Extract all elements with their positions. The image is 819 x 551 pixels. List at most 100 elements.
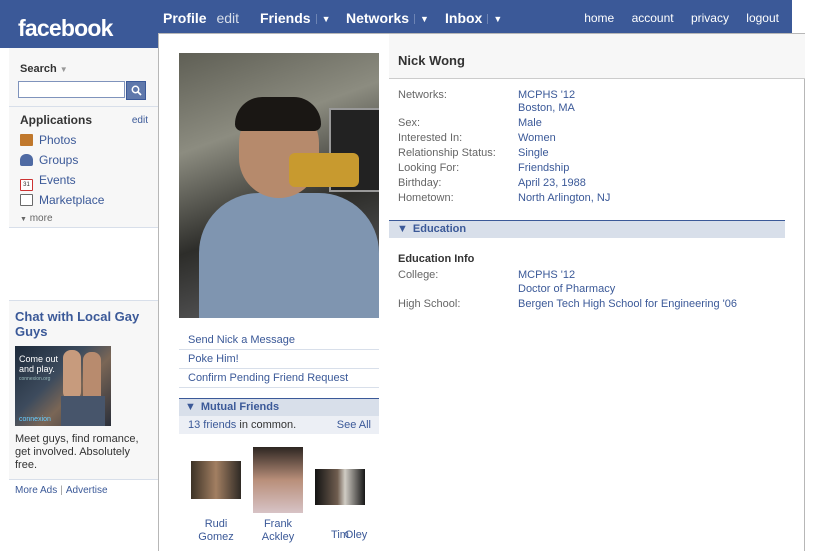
applications-edit-link[interactable]: edit bbox=[132, 115, 148, 126]
see-all-link[interactable]: See All bbox=[337, 419, 371, 431]
hometown-value[interactable]: North Arlington, NJ bbox=[518, 192, 610, 204]
facebook-logo[interactable]: facebook bbox=[9, 0, 158, 48]
sex-value[interactable]: Male bbox=[518, 117, 542, 129]
sidebar-item-label: Events bbox=[39, 173, 76, 187]
nav-friends-link[interactable]: Friends bbox=[260, 10, 311, 26]
account-links: home account privacy logout bbox=[570, 11, 779, 25]
networks-value-2[interactable]: Boston, MA bbox=[518, 102, 575, 114]
friend-item[interactable]: Frank Ackley bbox=[243, 447, 313, 544]
networks-label: Networks: bbox=[398, 89, 447, 101]
nav-networks-link[interactable]: Networks bbox=[346, 10, 409, 26]
birthday-value[interactable]: April 23, 1988 bbox=[518, 177, 586, 189]
info-hometown: Hometown: North Arlington, NJ bbox=[398, 192, 798, 207]
sex-label: Sex: bbox=[398, 117, 421, 129]
search-options-icon[interactable]: ▼ bbox=[60, 65, 68, 74]
info-birthday: Birthday: April 23, 1988 bbox=[398, 177, 798, 192]
profile-picture[interactable] bbox=[179, 53, 379, 318]
poke-link[interactable]: Poke Him! bbox=[179, 350, 379, 369]
search-label: Search ▼ bbox=[20, 63, 68, 75]
friend-photo[interactable] bbox=[191, 461, 241, 499]
more-chevron-icon: ▼ bbox=[20, 216, 27, 223]
interested-in-value[interactable]: Women bbox=[518, 132, 556, 144]
mutual-friends-title: Mutual Friends bbox=[200, 401, 280, 413]
mutual-friends-count-suffix: in common. bbox=[236, 419, 297, 431]
info-interested-in: Interested In: Women bbox=[398, 132, 798, 147]
looking-for-value[interactable]: Friendship bbox=[518, 162, 569, 174]
sidebar-item-groups[interactable]: Groups bbox=[20, 153, 78, 169]
interested-in-label: Interested In: bbox=[398, 132, 463, 144]
photo-bottle bbox=[289, 153, 359, 187]
mutual-friends-count-link[interactable]: 13 friends bbox=[188, 419, 236, 431]
friend-first-name[interactable]: Frank bbox=[243, 518, 313, 531]
education-section-header[interactable]: ▼ Education bbox=[389, 220, 785, 238]
search-button[interactable] bbox=[126, 81, 146, 100]
sidebar-item-photos[interactable]: Photos bbox=[20, 133, 76, 149]
ad-image[interactable]: Come out and play. connexion.org connexi… bbox=[15, 346, 111, 426]
info-sex: Sex: Male bbox=[398, 117, 798, 132]
applications-title: Applications bbox=[20, 113, 93, 127]
hometown-label: Hometown: bbox=[398, 192, 454, 204]
send-message-link[interactable]: Send Nick a Message bbox=[179, 331, 379, 350]
ad-figure-left bbox=[63, 350, 81, 400]
ad-links: More Ads | Advertise bbox=[15, 485, 108, 496]
college-value[interactable]: MCPHS '12 bbox=[518, 269, 575, 281]
ad-image-text: Come out and play. bbox=[19, 354, 59, 374]
search-area: Search ▼ bbox=[9, 48, 158, 106]
nav-profile-link[interactable]: Profile bbox=[163, 10, 207, 26]
friends-dropdown-icon[interactable]: ▼ bbox=[315, 14, 331, 24]
looking-for-label: Looking For: bbox=[398, 162, 460, 174]
nav-inbox-link[interactable]: Inbox bbox=[445, 10, 482, 26]
photo-shirt bbox=[199, 193, 379, 318]
applications-block: Applications edit Photos Groups 31 Events… bbox=[9, 106, 158, 228]
friend-last-name[interactable]: Gomez bbox=[181, 531, 251, 544]
marketplace-icon bbox=[20, 194, 33, 206]
info-high-school: High School: Bergen Tech High School for… bbox=[398, 298, 798, 313]
sidebar-item-marketplace[interactable]: Marketplace bbox=[20, 193, 104, 209]
friend-item[interactable]: Rudi Gomez bbox=[181, 459, 251, 544]
networks-dropdown-icon[interactable]: ▼ bbox=[414, 14, 429, 24]
high-school-value[interactable]: Bergen Tech High School for Engineering … bbox=[518, 298, 737, 310]
home-link[interactable]: home bbox=[584, 11, 614, 25]
mutual-friends-header[interactable]: ▼ Mutual Friends bbox=[179, 398, 379, 416]
high-school-label: High School: bbox=[398, 298, 461, 310]
profile-name-bar: Nick Wong bbox=[389, 34, 805, 79]
collapse-triangle-icon: ▼ bbox=[397, 223, 408, 235]
college-degree-value[interactable]: Doctor of Pharmacy bbox=[518, 283, 615, 295]
magnifier-icon bbox=[131, 85, 142, 96]
networks-value[interactable]: MCPHS '12 bbox=[518, 89, 575, 101]
search-label-text: Search bbox=[20, 63, 57, 75]
nav-profile-edit-link[interactable]: edit bbox=[216, 10, 239, 26]
education-info-title: Education Info bbox=[398, 253, 475, 265]
profile-content: Send Nick a Message Poke Him! Confirm Pe… bbox=[158, 33, 805, 551]
logout-link[interactable]: logout bbox=[746, 11, 779, 25]
profile-name: Nick Wong bbox=[398, 53, 465, 68]
friend-photo[interactable] bbox=[253, 447, 303, 513]
info-college: College: MCPHS '12 bbox=[398, 269, 798, 284]
friend-first-name[interactable]: Rudi bbox=[181, 518, 251, 531]
friend-item[interactable]: Tim Oley bbox=[305, 459, 375, 542]
nav-inbox[interactable]: Inbox ▼ bbox=[445, 10, 502, 26]
ad-title[interactable]: Chat with Local Gay Guys bbox=[15, 309, 150, 339]
ad-figure-jeans bbox=[61, 396, 105, 426]
more-ads-link[interactable]: More Ads bbox=[15, 485, 57, 496]
nav-networks[interactable]: Networks ▼ bbox=[346, 10, 429, 26]
info-relationship-status: Relationship Status: Single bbox=[398, 147, 798, 162]
privacy-link[interactable]: privacy bbox=[691, 11, 729, 25]
nav-friends[interactable]: Friends ▼ bbox=[260, 10, 331, 26]
search-input[interactable] bbox=[18, 81, 125, 98]
relationship-status-label: Relationship Status: bbox=[398, 147, 496, 159]
sidebar-item-events[interactable]: 31 Events bbox=[20, 173, 76, 191]
inbox-dropdown-icon[interactable]: ▼ bbox=[487, 14, 502, 24]
education-header-title: Education bbox=[412, 223, 467, 235]
info-looking-for: Looking For: Friendship bbox=[398, 162, 798, 177]
friend-last-name[interactable]: Ackley bbox=[243, 531, 313, 544]
friend-photo[interactable] bbox=[315, 469, 365, 505]
account-link[interactable]: account bbox=[632, 11, 674, 25]
ad-image-logo: connexion bbox=[19, 416, 51, 423]
college-label: College: bbox=[398, 269, 439, 281]
nav-profile[interactable]: Profile edit bbox=[163, 10, 239, 26]
relationship-status-value[interactable]: Single bbox=[518, 147, 549, 159]
more-applications-link[interactable]: ▼ more bbox=[20, 213, 53, 224]
confirm-friend-request-link[interactable]: Confirm Pending Friend Request bbox=[179, 369, 379, 388]
advertise-link[interactable]: Advertise bbox=[66, 485, 108, 496]
